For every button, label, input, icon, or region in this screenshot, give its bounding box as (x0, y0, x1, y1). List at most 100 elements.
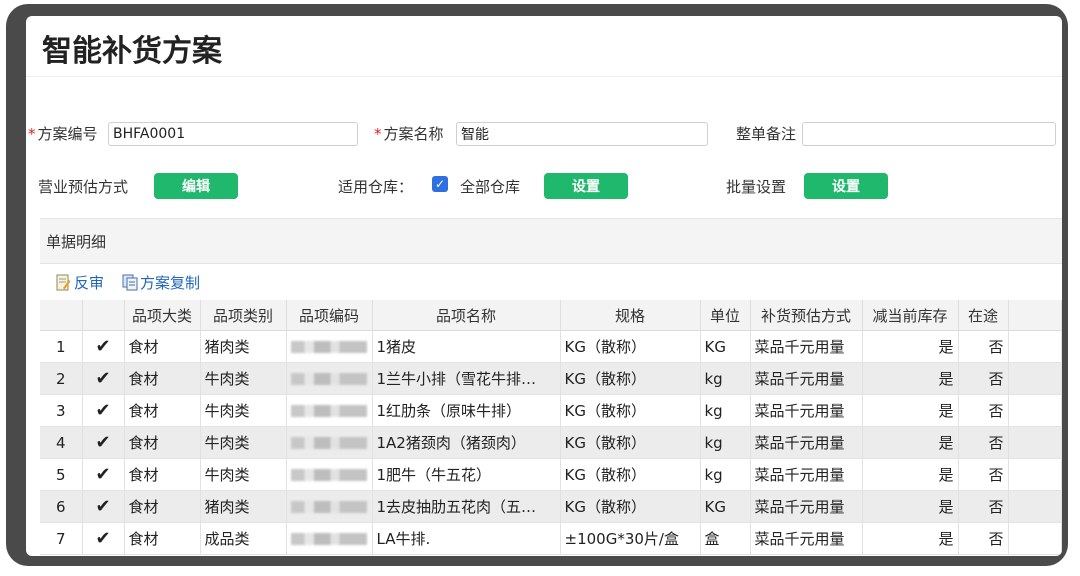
row-index: 1 (40, 330, 83, 363)
warehouse-settings-button[interactable]: 设置 (544, 173, 628, 199)
col-header-category[interactable]: 品项大类 (124, 300, 201, 331)
batch-settings-button[interactable]: 设置 (804, 173, 888, 199)
cell-name: 1兰牛小排（雪花牛排… (372, 362, 561, 395)
cell-category: 食材 (124, 426, 201, 459)
cell-in-transit: 否 (958, 330, 1009, 363)
plan-name-input[interactable] (456, 122, 708, 146)
cell-code (286, 330, 373, 363)
copy-plan-button[interactable]: 方案复制 (122, 272, 200, 293)
cell-forecast-method: 菜品千元用量 (750, 362, 863, 395)
cell-spec: KG（散称） (560, 394, 701, 427)
col-header-unit[interactable]: 单位 (700, 300, 751, 331)
cell-unit: 盒 (700, 522, 751, 555)
col-header-status (82, 300, 125, 331)
cell-name: 1红肋条（原味牛排） (372, 394, 561, 427)
col-header-forecast-method[interactable]: 补货预估方式 (750, 300, 863, 331)
cell-unit: KG (700, 330, 751, 363)
copy-icon (122, 274, 138, 291)
check-icon: ✔ (82, 426, 125, 459)
col-header-type[interactable]: 品项类别 (200, 300, 287, 331)
col-header-deduct-stock[interactable]: 减当前库存 (862, 300, 959, 331)
check-icon: ✔ (82, 458, 125, 491)
col-header-spec[interactable]: 规格 (560, 300, 701, 331)
cell-filler (1008, 394, 1062, 427)
cell-forecast-method: 菜品千元用量 (750, 458, 863, 491)
plan-code-input[interactable] (108, 122, 358, 146)
remark-input[interactable] (802, 122, 1056, 146)
cell-forecast-method: 菜品千元用量 (750, 330, 863, 363)
table-row[interactable]: 5 ✔ 食材 牛肉类 1肥牛（牛五花） KG（散称） kg 菜品千元用量是否 (40, 458, 1062, 491)
col-header-code[interactable]: 品项编码 (286, 300, 373, 331)
table-row[interactable]: 7 ✔ 食材 成品类 LA牛排. ±100G*30片/盒盒菜品千元用量是否 (40, 522, 1062, 555)
check-icon: ✔ (82, 362, 125, 395)
cell-category: 食材 (124, 330, 201, 363)
table-row[interactable]: 4 ✔ 食材 牛肉类 1A2猪颈肉（猪颈肉） KG（散称） kg 菜品千元用量是否 (40, 426, 1062, 459)
cell-filler (1008, 330, 1062, 363)
cell-deduct-stock: 是 (862, 426, 959, 459)
plan-name-label: * 方案名称 (374, 125, 444, 143)
cell-filler (1008, 426, 1062, 459)
cell-filler (1008, 458, 1062, 491)
redacted-code (290, 373, 367, 385)
cell-category: 食材 (124, 362, 201, 395)
edit-forecast-button[interactable]: 编辑 (154, 173, 238, 199)
table-row[interactable]: 6 ✔ 食材 猪肉类 1去皮抽肋五花肉（五… KG（散称） KG 菜品千元用量是否 (40, 490, 1062, 523)
check-icon: ✔ (82, 522, 125, 555)
check-icon: ✔ (82, 490, 125, 523)
app-screen: 智能补货方案 *方案编号 *方案名称 整单备注 营业预估方式 编辑 适用仓库： … (26, 16, 1062, 556)
cell-code (286, 394, 373, 427)
section-title: 单据明细 (46, 233, 107, 251)
col-header-index (40, 300, 83, 331)
cell-type: 猪肉类 (200, 490, 287, 523)
cell-unit: KG (700, 490, 751, 523)
table-row[interactable]: 3 ✔ 食材 牛肉类 1红肋条（原味牛排） KG（散称） kg 菜品千元用量是否 (40, 394, 1062, 427)
cell-name: LA牛排. (372, 522, 561, 555)
cell-type: 牛肉类 (200, 362, 287, 395)
cell-unit: kg (700, 362, 751, 395)
redacted-code (290, 533, 367, 545)
table-row[interactable]: 2 ✔ 食材 牛肉类 1兰牛小排（雪花牛排… KG（散称） kg 菜品千元用量是否 (40, 362, 1062, 395)
document-edit-icon (56, 274, 71, 291)
cell-category: 食材 (124, 458, 201, 491)
cell-type: 成品类 (200, 522, 287, 555)
cell-unit: kg (700, 458, 751, 491)
warehouse-label: 适用仓库： (338, 178, 414, 196)
all-warehouses-label: 全部仓库 (460, 178, 521, 196)
row-index: 2 (40, 362, 83, 395)
cell-filler (1008, 490, 1062, 523)
cell-spec: KG（散称） (560, 362, 701, 395)
cell-unit: kg (700, 426, 751, 459)
cell-filler (1008, 522, 1062, 555)
cell-spec: ±100G*30片/盒 (560, 522, 701, 555)
table-body: 1 ✔ 食材 猪肉类 1猪皮 KG（散称） KG 菜品千元用量是否 2 ✔ 食材 牛肉类 1兰牛小排（雪… (40, 330, 1062, 555)
cell-forecast-method: 菜品千元用量 (750, 490, 863, 523)
redacted-code (290, 501, 367, 513)
col-header-in-transit[interactable]: 在途 (958, 300, 1009, 331)
cell-code (286, 490, 373, 523)
reverse-audit-button[interactable]: 反审 (56, 272, 104, 293)
forecast-method-label: 营业预估方式 (38, 178, 129, 196)
col-header-name[interactable]: 品项名称 (372, 300, 561, 331)
cell-filler (1008, 362, 1062, 395)
table-row[interactable]: 1 ✔ 食材 猪肉类 1猪皮 KG（散称） KG 菜品千元用量是否 (40, 330, 1062, 363)
cell-name: 1去皮抽肋五花肉（五… (372, 490, 561, 523)
cell-deduct-stock: 是 (862, 458, 959, 491)
remark-label: 整单备注 (736, 125, 797, 143)
cell-in-transit: 否 (958, 522, 1009, 555)
all-warehouses-checkbox[interactable]: ✓ (432, 176, 448, 192)
cell-code (286, 458, 373, 491)
required-marker: * (374, 125, 382, 143)
cell-in-transit: 否 (958, 458, 1009, 491)
cell-in-transit: 否 (958, 394, 1009, 427)
cell-forecast-method: 菜品千元用量 (750, 522, 863, 555)
cell-category: 食材 (124, 394, 201, 427)
row-index: 6 (40, 490, 83, 523)
cell-type: 猪肉类 (200, 330, 287, 363)
required-marker: * (28, 125, 36, 143)
redacted-code (290, 469, 367, 481)
cell-deduct-stock: 是 (862, 394, 959, 427)
cell-in-transit: 否 (958, 362, 1009, 395)
row-index: 7 (40, 522, 83, 555)
cell-spec: KG（散称） (560, 426, 701, 459)
batch-settings-label: 批量设置 (726, 178, 787, 196)
